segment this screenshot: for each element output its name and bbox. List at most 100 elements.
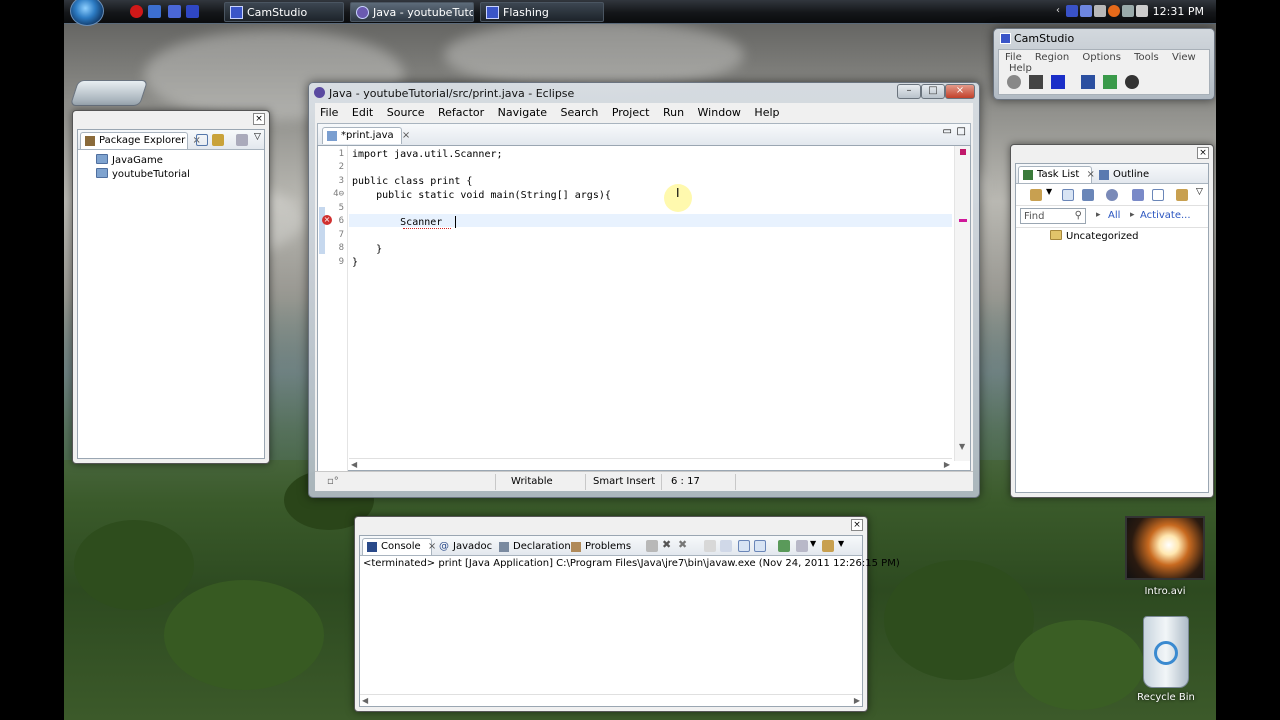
- tab-print-java[interactable]: *print.java ×: [322, 127, 410, 144]
- maximize-button[interactable]: □: [921, 84, 945, 99]
- tab-javadoc[interactable]: @ Javadoc: [434, 538, 494, 555]
- scheduled-icon[interactable]: [1082, 189, 1094, 201]
- annotation-icon[interactable]: [1081, 75, 1095, 89]
- scroll-lock-icon[interactable]: [720, 540, 732, 552]
- tab-task-list[interactable]: Task List ×: [1018, 166, 1095, 183]
- link-with-editor-icon[interactable]: [212, 134, 224, 146]
- start-button[interactable]: [70, 0, 104, 26]
- camstudio-menu-region[interactable]: Region: [1035, 52, 1069, 63]
- error-overview-marker[interactable]: [960, 149, 966, 155]
- all-link[interactable]: All: [1108, 210, 1120, 221]
- remove-all-icon[interactable]: ✖: [678, 538, 687, 551]
- tab-problems[interactable]: Problems: [566, 538, 632, 555]
- tray-app-icon[interactable]: [1066, 5, 1078, 17]
- menu-edit[interactable]: Edit: [347, 103, 378, 119]
- scroll-right-arrow[interactable]: ▶: [854, 696, 860, 705]
- collapse-all-icon[interactable]: [196, 134, 208, 146]
- minimize-button[interactable]: –: [897, 84, 921, 99]
- drive-icon[interactable]: [69, 68, 149, 108]
- tab-declaration[interactable]: Declaration: [494, 538, 571, 555]
- categorized-icon[interactable]: [1062, 189, 1074, 201]
- display-console-icon[interactable]: [796, 540, 808, 552]
- focus-icon[interactable]: [1106, 189, 1118, 201]
- close-tab-icon[interactable]: ×: [402, 130, 410, 141]
- menu-run[interactable]: Run: [658, 103, 689, 119]
- taskbar-button-camstudio[interactable]: CamStudio: [224, 2, 344, 22]
- clock[interactable]: 12:31 PM: [1153, 5, 1204, 18]
- view-menu-icon[interactable]: ▽: [1196, 187, 1203, 197]
- scroll-down-arrow[interactable]: ▼: [959, 442, 965, 451]
- tab-package-explorer[interactable]: Package Explorer ×: [80, 132, 201, 149]
- camstudio-menu-view[interactable]: View: [1172, 52, 1196, 63]
- record-button[interactable]: [1007, 75, 1021, 89]
- close-button[interactable]: ×: [945, 84, 975, 99]
- close-icon[interactable]: ×: [851, 519, 863, 531]
- taskbar-button-eclipse[interactable]: Java - youtubeTutor...: [350, 2, 474, 22]
- options-icon[interactable]: [1103, 75, 1117, 89]
- code-editor[interactable]: × 1 2 3 4⊖ 5 6 7 8 9 import java.util.Sc…: [317, 145, 971, 471]
- show-on-error-icon[interactable]: [754, 540, 766, 552]
- tab-console[interactable]: Console ×: [362, 538, 436, 555]
- tree-item-uncategorized[interactable]: Uncategorized: [1050, 230, 1138, 242]
- find-input[interactable]: Find ⚲: [1020, 208, 1086, 224]
- chevron-down-icon[interactable]: ▼: [810, 539, 816, 548]
- error-location-marker[interactable]: [959, 219, 967, 222]
- tree-item-javagame[interactable]: JavaGame: [96, 154, 190, 168]
- firefox-icon[interactable]: [1108, 5, 1120, 17]
- sync-icon[interactable]: [1176, 189, 1188, 201]
- overview-ruler[interactable]: ▼: [954, 146, 970, 461]
- tray-misc-icon[interactable]: [1122, 5, 1134, 17]
- network-icon[interactable]: [1080, 5, 1092, 17]
- chevron-down-icon[interactable]: ▼: [1046, 187, 1052, 196]
- stop-icon[interactable]: [130, 5, 143, 18]
- minimize-editor-icon[interactable]: ▭: [943, 126, 952, 137]
- volume-icon[interactable]: [1094, 5, 1106, 17]
- chevron-down-icon[interactable]: ▽: [254, 132, 261, 142]
- tab-outline[interactable]: Outline: [1094, 166, 1162, 183]
- camstudio-menu-options[interactable]: Options: [1082, 52, 1121, 63]
- menu-project[interactable]: Project: [607, 103, 655, 119]
- open-console-icon[interactable]: [822, 540, 834, 552]
- scroll-left-arrow[interactable]: ◀: [351, 460, 357, 469]
- chevron-down-icon[interactable]: ▼: [838, 539, 844, 548]
- taskbar: CamStudio Java - youtubeTutor... Flashin…: [64, 0, 1216, 26]
- menu-source[interactable]: Source: [382, 103, 430, 119]
- view-menu-icon[interactable]: [236, 134, 248, 146]
- pause-button[interactable]: [1029, 75, 1043, 89]
- camstudio-menu-tools[interactable]: Tools: [1134, 52, 1159, 63]
- desktop-icon-intro-avi[interactable]: Intro.avi: [1122, 516, 1208, 597]
- activate-link[interactable]: Activate...: [1140, 210, 1191, 221]
- close-icon[interactable]: ×: [1197, 147, 1209, 159]
- menu-search[interactable]: Search: [556, 103, 604, 119]
- terminate-icon[interactable]: [646, 540, 658, 552]
- show-on-output-icon[interactable]: [738, 540, 750, 552]
- close-icon[interactable]: ×: [253, 113, 265, 125]
- hide-completed-icon[interactable]: [1132, 189, 1144, 201]
- scroll-left-arrow[interactable]: ◀: [362, 696, 368, 705]
- scroll-right-arrow[interactable]: ▶: [944, 460, 950, 469]
- autopan-icon[interactable]: [1125, 75, 1139, 89]
- collapse-all-icon[interactable]: [1152, 189, 1164, 201]
- menu-window[interactable]: Window: [693, 103, 746, 119]
- menu-help[interactable]: Help: [749, 103, 784, 119]
- desktop-icon-recycle-bin[interactable]: Recycle Bin: [1128, 616, 1204, 703]
- menu-navigate[interactable]: Navigate: [493, 103, 552, 119]
- camstudio-menu-file[interactable]: File: [1005, 52, 1022, 63]
- window-switch-icon[interactable]: [168, 5, 181, 18]
- horizontal-scrollbar[interactable]: ◀ ▶: [360, 694, 862, 706]
- pin-console-icon[interactable]: [778, 540, 790, 552]
- tray-speaker-icon[interactable]: [1136, 5, 1148, 17]
- show-desktop-icon[interactable]: [148, 5, 161, 18]
- remove-launch-icon[interactable]: ✖: [662, 538, 671, 551]
- menu-refactor[interactable]: Refactor: [433, 103, 489, 119]
- clear-console-icon[interactable]: [704, 540, 716, 552]
- tree-item-youtubetutorial[interactable]: youtubeTutorial: [96, 168, 190, 182]
- maximize-editor-icon[interactable]: □: [957, 126, 966, 137]
- taskbar-button-flashing[interactable]: Flashing: [480, 2, 604, 22]
- new-task-icon[interactable]: [1030, 189, 1042, 201]
- camstudio-menu-help[interactable]: Help: [1009, 63, 1032, 74]
- horizontal-scrollbar[interactable]: ◀ ▶: [349, 458, 952, 470]
- app-quicklaunch-icon[interactable]: [186, 5, 199, 18]
- menu-file[interactable]: File: [315, 103, 343, 119]
- stop-button[interactable]: [1051, 75, 1065, 89]
